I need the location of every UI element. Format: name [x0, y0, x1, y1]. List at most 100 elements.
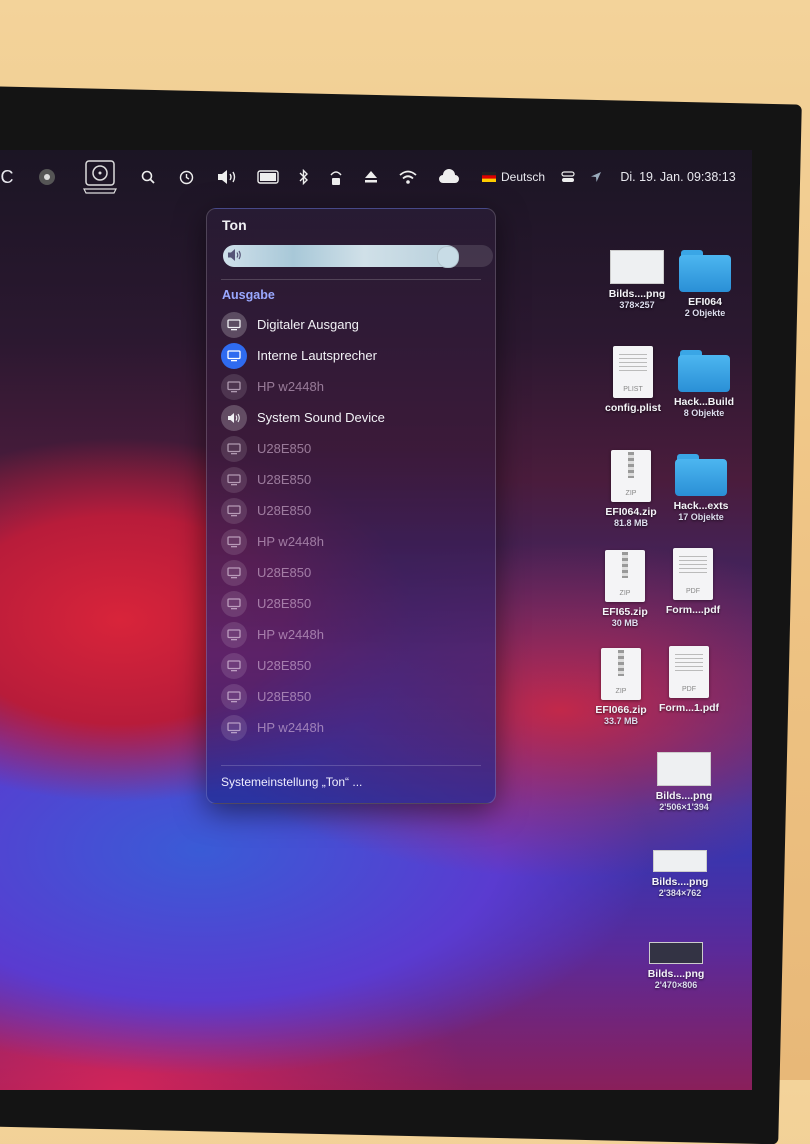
volume-slider-fill: [223, 245, 458, 267]
plist-file-icon: PLIST: [613, 346, 653, 398]
output-device-label: U28E850: [257, 472, 312, 487]
folder-icon: [679, 250, 731, 292]
output-device-label: Digitaler Ausgang: [257, 317, 359, 332]
file-size: 378×257: [619, 300, 655, 310]
desktop-file-bildschirmfoto-2[interactable]: Bilds....png 2'506×1'394: [646, 752, 722, 812]
display-icon: [221, 373, 247, 400]
file-name: EFI064.zip: [605, 506, 657, 518]
battery-icon[interactable]: [256, 152, 280, 202]
desktop-file-config-plist[interactable]: PLIST config.plist: [596, 346, 670, 414]
desktop-file-bildschirmfoto-1[interactable]: Bilds....png 378×257: [604, 250, 670, 310]
wifi-icon[interactable]: [396, 152, 420, 202]
bluetooth-icon[interactable]: [296, 152, 312, 202]
file-size: 17 Objekte: [678, 512, 724, 522]
output-device-item[interactable]: U28E850: [221, 433, 491, 464]
display-icon: [221, 311, 247, 338]
desktop-folder-hack-build[interactable]: Hack...Build 8 Objekte: [664, 350, 744, 418]
file-name: EFI65.zip: [602, 606, 648, 618]
search-icon[interactable]: [138, 152, 158, 202]
output-device-item[interactable]: HP w2448h: [221, 371, 491, 402]
desktop-file-efi65-zip[interactable]: ZIP EFI65.zip 30 MB: [588, 550, 662, 628]
desktop-file-form-pdf[interactable]: PDF Form....pdf: [656, 548, 730, 616]
file-size: 81.8 MB: [613, 518, 648, 528]
pdf-file-icon: PDF: [669, 646, 709, 698]
speaker-icon: [227, 248, 243, 264]
desktop-folder-hack-exts[interactable]: Hack...exts 17 Objekte: [662, 454, 740, 522]
output-device-label: U28E850: [257, 689, 312, 704]
desktop-file-bildschirmfoto-3[interactable]: Bilds....png 2'384×762: [642, 850, 718, 898]
menu-bar: C Deutsch Di. 19. Jan. 09:38:13: [0, 152, 752, 204]
vpn-icon[interactable]: [326, 152, 346, 202]
output-device-label: System Sound Device: [257, 410, 385, 425]
time-machine-icon[interactable]: [176, 152, 196, 202]
image-thumbnail-icon: [610, 250, 664, 284]
desktop-file-efi064-zip[interactable]: ZIP EFI064.zip 81.8 MB: [594, 450, 668, 528]
image-thumbnail-icon: [657, 752, 711, 786]
file-size: 2'470×806: [654, 980, 698, 990]
menu-clock[interactable]: Di. 19. Jan. 09:38:13: [612, 152, 744, 202]
pdf-file-icon: PDF: [673, 548, 713, 600]
output-device-item[interactable]: System Sound Device: [221, 402, 491, 433]
output-device-item[interactable]: HP w2448h: [221, 619, 491, 650]
file-name: Form....pdf: [665, 604, 721, 616]
divider: [221, 279, 481, 280]
output-device-label: HP w2448h: [257, 534, 324, 549]
output-device-label: U28E850: [257, 503, 312, 518]
zip-file-icon: ZIP: [605, 550, 645, 602]
eject-icon[interactable]: [362, 152, 380, 202]
file-name: Form...1.pdf: [658, 702, 720, 714]
output-device-list: Digitaler Ausgang Interne Lautsprecher HP …: [221, 309, 491, 743]
input-language[interactable]: Deutsch: [500, 152, 546, 202]
control-center-icon[interactable]: [558, 152, 578, 202]
volume-slider[interactable]: [223, 245, 493, 268]
menu-left-glyph[interactable]: C: [0, 152, 14, 202]
display-icon: [221, 528, 247, 555]
desktop-file-bildschirmfoto-4[interactable]: Bilds....png 2'470×806: [638, 942, 714, 990]
file-name: Bilds....png: [651, 876, 709, 888]
output-device-item[interactable]: U28E850: [221, 681, 491, 712]
output-device-item[interactable]: HP w2448h: [221, 526, 491, 557]
volume-slider-knob[interactable]: [436, 246, 459, 268]
output-device-label: U28E850: [257, 658, 312, 673]
output-device-label: U28E850: [257, 441, 312, 456]
output-device-item[interactable]: U28E850: [221, 464, 491, 495]
output-device-label: HP w2448h: [257, 379, 324, 394]
file-name: Hack...Build: [673, 396, 735, 408]
output-device-item[interactable]: U28E850: [221, 650, 491, 681]
sound-settings-link[interactable]: Systemeinstellung „Ton“ ...: [221, 775, 362, 789]
desktop-file-form-1-pdf[interactable]: PDF Form...1.pdf: [652, 646, 726, 714]
file-name: EFI064: [688, 296, 722, 308]
folder-icon: [675, 454, 727, 496]
display-icon: [221, 435, 247, 462]
output-device-label: U28E850: [257, 565, 312, 580]
output-device-item[interactable]: Digitaler Ausgang: [221, 309, 491, 340]
output-device-item[interactable]: U28E850: [221, 557, 491, 588]
output-section-label: Ausgabe: [222, 288, 275, 302]
gamepad-icon[interactable]: [36, 152, 58, 202]
display-icon: [221, 342, 247, 369]
folder-icon: [678, 350, 730, 392]
location-icon[interactable]: [586, 152, 606, 202]
file-name: Bilds....png: [655, 790, 713, 802]
file-size: 2'506×1'394: [659, 802, 709, 812]
output-device-item[interactable]: HP w2448h: [221, 712, 491, 743]
file-size: 2 Objekte: [684, 308, 726, 318]
volume-icon[interactable]: [214, 152, 240, 202]
desktop-file-efi066-zip[interactable]: ZIP EFI066.zip 33.7 MB: [584, 648, 658, 726]
file-size: 8 Objekte: [683, 408, 725, 418]
output-device-item[interactable]: U28E850: [221, 495, 491, 526]
file-size: 33.7 MB: [603, 716, 638, 726]
output-device-label: HP w2448h: [257, 627, 324, 642]
file-name: EFI066.zip: [595, 704, 647, 716]
display-icon: [221, 714, 247, 741]
file-name: Bilds....png: [608, 288, 666, 300]
display-icon: [221, 652, 247, 679]
output-device-item[interactable]: U28E850: [221, 588, 491, 619]
disk-utility-icon[interactable]: [78, 152, 122, 202]
output-device-item[interactable]: Interne Lautsprecher: [221, 340, 491, 371]
display-icon: [221, 683, 247, 710]
panel-title: Ton: [222, 217, 247, 233]
cloud-sync-icon[interactable]: [436, 152, 462, 202]
desktop-folder-efi064[interactable]: EFI064 2 Objekte: [672, 250, 738, 318]
output-device-label: HP w2448h: [257, 720, 324, 735]
